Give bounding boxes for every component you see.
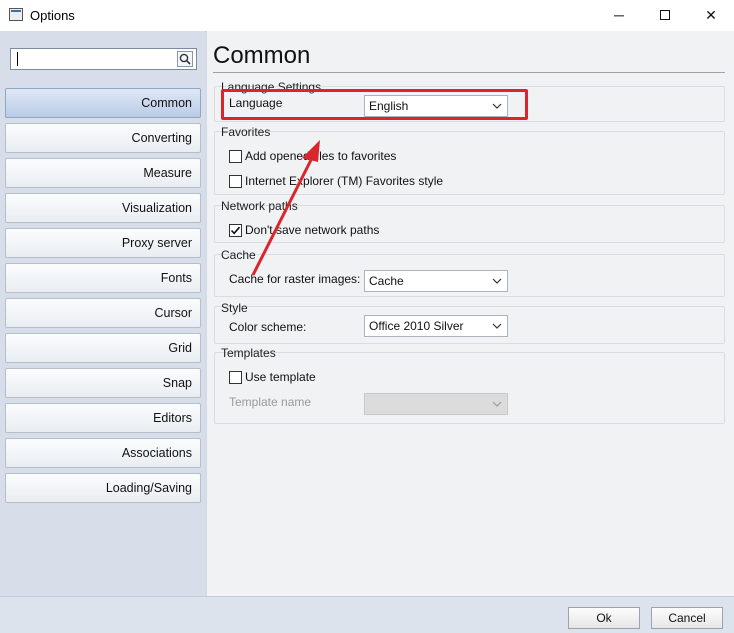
nav-item-converting[interactable]: Converting bbox=[5, 123, 201, 153]
use-template-label[interactable]: Use template bbox=[245, 370, 316, 384]
cache-label: Cache for raster images: bbox=[229, 272, 361, 286]
close-button[interactable]: ✕ bbox=[688, 0, 734, 30]
nav-item-loading-saving[interactable]: Loading/Saving bbox=[5, 473, 201, 503]
nav-item-proxy-server[interactable]: Proxy server bbox=[5, 228, 201, 258]
highlight-box bbox=[221, 89, 528, 120]
checkmark-icon bbox=[230, 226, 241, 235]
cache-group-label: Cache bbox=[221, 248, 256, 262]
nav-item-grid[interactable]: Grid bbox=[5, 333, 201, 363]
add-opened-checkbox[interactable] bbox=[229, 150, 242, 163]
template-name-label: Template name bbox=[229, 395, 312, 409]
favorites-group-label: Favorites bbox=[221, 125, 271, 139]
page-title: Common bbox=[213, 42, 311, 69]
search-icon[interactable] bbox=[177, 51, 193, 67]
templates-group-label: Templates bbox=[221, 346, 276, 360]
color-scheme-select[interactable]: Office 2010 Silver bbox=[364, 315, 508, 337]
nav-item-snap[interactable]: Snap bbox=[5, 368, 201, 398]
nav-item-cursor[interactable]: Cursor bbox=[5, 298, 201, 328]
chevron-down-icon bbox=[492, 323, 502, 329]
ie-favorites-checkbox[interactable] bbox=[229, 175, 242, 188]
color-scheme-label: Color scheme: bbox=[229, 320, 307, 334]
dont-save-network-checkbox[interactable] bbox=[229, 224, 242, 237]
minimize-button[interactable]: ─ bbox=[596, 0, 642, 30]
dont-save-network-label[interactable]: Don't save network paths bbox=[245, 223, 379, 237]
maximize-icon bbox=[660, 10, 670, 20]
nav-item-editors[interactable]: Editors bbox=[5, 403, 201, 433]
title-bar: Options ─ ✕ bbox=[0, 0, 734, 31]
nav-item-visualization[interactable]: Visualization bbox=[5, 193, 201, 223]
text-caret bbox=[17, 52, 18, 66]
chevron-down-icon bbox=[492, 401, 502, 407]
cache-select[interactable]: Cache bbox=[364, 270, 508, 292]
network-group-label: Network paths bbox=[221, 199, 298, 213]
style-group-label: Style bbox=[221, 301, 248, 315]
nav-item-common[interactable]: Common bbox=[5, 88, 201, 118]
nav-item-fonts[interactable]: Fonts bbox=[5, 263, 201, 293]
ok-button[interactable]: Ok bbox=[568, 607, 640, 629]
maximize-button[interactable] bbox=[642, 0, 688, 30]
cancel-button[interactable]: Cancel bbox=[651, 607, 723, 629]
search-input[interactable] bbox=[10, 48, 197, 70]
template-name-select bbox=[364, 393, 508, 415]
nav-item-measure[interactable]: Measure bbox=[5, 158, 201, 188]
use-template-checkbox[interactable] bbox=[229, 371, 242, 384]
add-opened-label[interactable]: Add opened files to favorites bbox=[245, 149, 396, 163]
chevron-down-icon bbox=[492, 278, 502, 284]
app-icon bbox=[9, 8, 23, 21]
window-title: Options bbox=[30, 8, 75, 23]
ie-favorites-label[interactable]: Internet Explorer (TM) Favorites style bbox=[245, 174, 443, 188]
nav-item-associations[interactable]: Associations bbox=[5, 438, 201, 468]
title-divider bbox=[213, 72, 725, 73]
color-scheme-value: Office 2010 Silver bbox=[369, 319, 464, 333]
cache-select-value: Cache bbox=[369, 274, 404, 288]
